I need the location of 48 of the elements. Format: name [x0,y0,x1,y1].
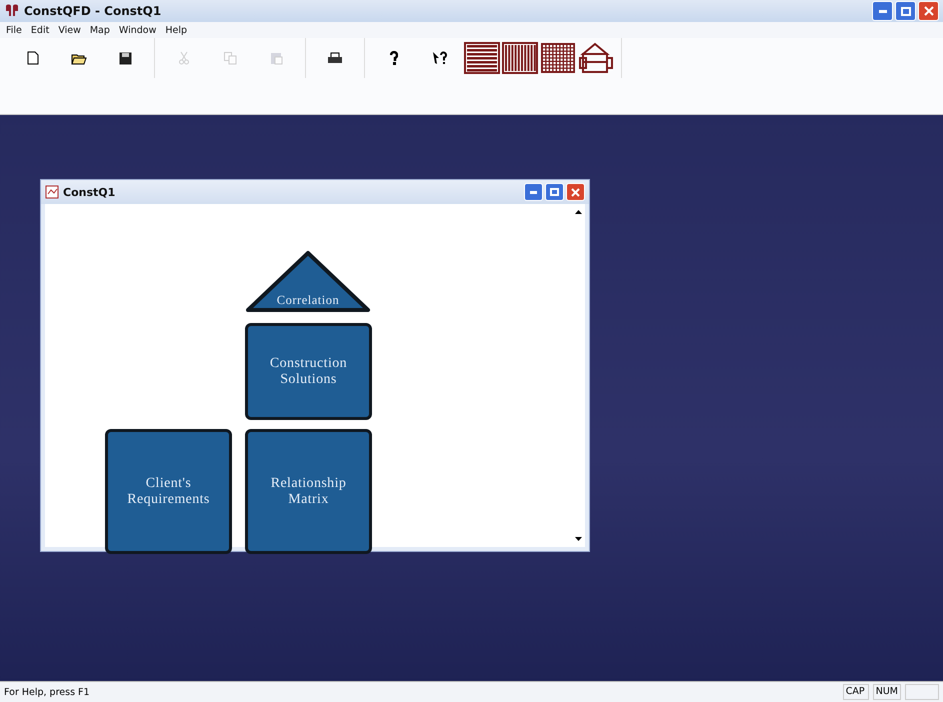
close-icon [571,188,580,196]
menu-item[interactable]: Edit [30,24,50,36]
status-indicator: NUM [872,684,901,700]
menu-item[interactable]: View [58,24,81,36]
toolbar-button[interactable] [577,41,615,75]
matrix-block[interactable]: Construction Solutions [245,323,372,420]
close-button[interactable] [918,1,939,21]
toolbar-button[interactable] [463,41,501,75]
maximize-icon [550,188,559,196]
minimize-icon [530,190,537,194]
maximize-icon [900,6,910,16]
matrix-grid-icon [540,42,576,74]
window-title: ConstQFD - ConstQ1 [24,4,162,18]
document-icon [45,185,59,199]
question-mark-icon [390,51,398,65]
close-button[interactable] [566,183,585,201]
scissors-icon [179,51,189,65]
house-of-quality-icon [578,42,614,74]
status-text: For Help, press F1 [4,686,91,698]
columns-grid-icon [502,42,538,74]
matrix-block[interactable]: Client's Requirements [105,429,232,554]
status-indicator: CAP [842,684,869,700]
document-title: ConstQ1 [63,186,116,198]
rows-grid-icon [464,42,500,74]
maximize-button[interactable] [895,1,916,21]
maximize-button[interactable] [545,183,564,201]
new-document-icon [27,51,39,65]
correlation-roof[interactable]: Correlation [245,250,371,313]
minimize-button[interactable] [524,183,543,201]
toolbar-button[interactable] [501,41,539,75]
menu-item[interactable]: Map [90,24,110,36]
scroll-down-icon [574,537,582,541]
printer-icon [327,52,343,64]
scroll-up-icon [574,210,582,214]
menu-item[interactable]: Help [165,24,188,36]
pointer-question-icon [432,51,448,65]
matrix-block[interactable]: Relationship Matrix [245,429,372,554]
app-icon [4,3,20,19]
status-panel [905,684,939,700]
minimize-icon [878,10,886,12]
copy-icon [224,52,236,64]
folder-icon [71,52,87,64]
toolbar-button[interactable] [539,41,577,75]
close-icon [924,6,934,16]
clipboard-icon [270,51,282,65]
menu-item[interactable]: File [6,24,22,36]
minimize-button[interactable] [872,1,893,21]
menu-item[interactable]: Window [118,24,156,36]
